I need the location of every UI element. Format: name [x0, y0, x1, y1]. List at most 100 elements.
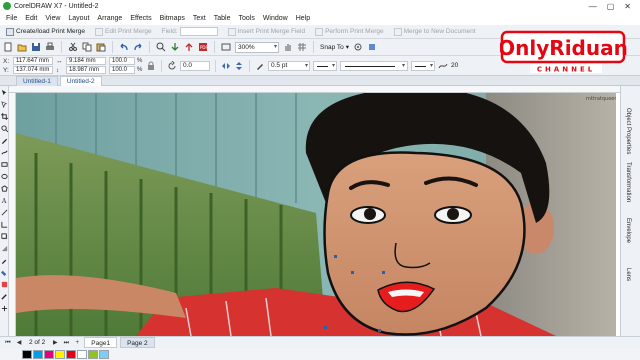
- zoom-level-dropdown[interactable]: 300%: [235, 41, 279, 53]
- start-arrowhead-dropdown[interactable]: [313, 60, 337, 71]
- insert-print-merge-field-button[interactable]: Insert Print Merge Field: [224, 27, 310, 36]
- cut-icon[interactable]: [68, 42, 78, 52]
- menu-arrange[interactable]: Arrange: [93, 15, 126, 22]
- perform-print-merge-button[interactable]: Perform Print Merge: [311, 27, 388, 36]
- publish-pdf-icon[interactable]: PDF: [198, 42, 208, 52]
- application-launcher-icon[interactable]: [367, 42, 377, 52]
- vertical-ruler[interactable]: [9, 93, 16, 336]
- prev-page-icon[interactable]: ◀: [15, 339, 23, 347]
- paste-icon[interactable]: [96, 42, 106, 52]
- swatch-cyan[interactable]: [33, 349, 43, 359]
- docker-lens[interactable]: Lens: [625, 268, 631, 281]
- options-icon[interactable]: [353, 42, 363, 52]
- swatch-red[interactable]: [66, 349, 76, 359]
- transparency-icon[interactable]: [1, 245, 8, 252]
- shape-tool-icon[interactable]: [0, 101, 8, 108]
- menu-effects[interactable]: Effects: [126, 15, 155, 22]
- eyedropper-icon[interactable]: [1, 257, 8, 264]
- y-position-input[interactable]: 137.074 mm: [13, 66, 53, 74]
- pick-tool-icon[interactable]: [1, 89, 8, 96]
- next-page-icon[interactable]: ▶: [51, 339, 59, 347]
- maximize-button[interactable]: ▢: [607, 2, 615, 11]
- open-folder-icon[interactable]: [17, 42, 27, 52]
- redo-icon[interactable]: [133, 42, 143, 52]
- lock-ratio-icon[interactable]: [146, 61, 156, 71]
- end-arrowhead-dropdown[interactable]: [411, 60, 435, 71]
- tab-untitled-2[interactable]: Untitled-2: [59, 75, 102, 86]
- outline-pen-tool-icon[interactable]: [0, 293, 8, 300]
- last-page-icon[interactable]: ⏭: [62, 339, 70, 347]
- horizontal-ruler[interactable]: [9, 86, 620, 93]
- x-position-input[interactable]: 117.647 mm: [13, 57, 53, 65]
- docker-transformation[interactable]: Transformation: [625, 162, 631, 202]
- swatch-yellow[interactable]: [55, 349, 65, 359]
- tab-untitled-1[interactable]: Untitled-1: [16, 75, 58, 86]
- docker-envelope[interactable]: Envelope: [625, 218, 631, 243]
- menu-view[interactable]: View: [41, 15, 64, 22]
- edit-print-merge-button[interactable]: Edit Print Merge: [91, 27, 156, 36]
- parallel-dimension-icon[interactable]: [1, 209, 8, 216]
- print-icon[interactable]: [45, 42, 55, 52]
- page-tab-1[interactable]: Page1: [84, 337, 118, 348]
- ellipse-tool-icon[interactable]: [0, 173, 8, 180]
- docker-object-properties[interactable]: Object Properties: [625, 108, 631, 154]
- artistic-media-icon[interactable]: [0, 149, 8, 156]
- swatch-black[interactable]: [22, 349, 32, 359]
- undo-icon[interactable]: [119, 42, 129, 52]
- new-document-icon[interactable]: [3, 42, 13, 52]
- smoothing-value[interactable]: 20: [451, 62, 458, 69]
- rotation-input[interactable]: 0.0: [180, 60, 210, 71]
- field-dropdown[interactable]: [179, 27, 218, 36]
- search-content-icon[interactable]: [156, 42, 166, 52]
- scale-y-input[interactable]: 100.0: [109, 66, 135, 74]
- minimize-button[interactable]: —: [589, 2, 597, 11]
- polygon-tool-icon[interactable]: [0, 185, 8, 192]
- close-button[interactable]: ✕: [624, 2, 631, 11]
- swatch-green[interactable]: [88, 349, 98, 359]
- full-screen-icon[interactable]: [221, 42, 231, 52]
- menu-layout[interactable]: Layout: [64, 15, 93, 22]
- snap-to-dropdown[interactable]: Snap To ▾: [320, 43, 349, 52]
- mirror-vertical-icon[interactable]: [234, 61, 244, 71]
- grid-icon[interactable]: [297, 42, 307, 52]
- line-style-dropdown[interactable]: [340, 60, 408, 71]
- menu-table[interactable]: Table: [210, 15, 235, 22]
- crop-tool-icon[interactable]: [0, 113, 8, 120]
- outline-width-dropdown[interactable]: 0.5 pt: [268, 60, 310, 71]
- height-input[interactable]: 18.987 mm: [66, 66, 106, 74]
- menu-window[interactable]: Window: [259, 15, 292, 22]
- export-icon[interactable]: [184, 42, 194, 52]
- menu-help[interactable]: Help: [292, 15, 314, 22]
- connector-tool-icon[interactable]: [0, 221, 8, 228]
- menu-edit[interactable]: Edit: [21, 15, 41, 22]
- add-tool-icon[interactable]: [1, 305, 8, 312]
- swatch-light-blue[interactable]: [99, 349, 109, 359]
- drop-shadow-icon[interactable]: [0, 233, 8, 240]
- save-icon[interactable]: [31, 42, 41, 52]
- menu-text[interactable]: Text: [189, 15, 210, 22]
- freehand-tool-icon[interactable]: [1, 137, 8, 144]
- import-icon[interactable]: [170, 42, 180, 52]
- menu-tools[interactable]: Tools: [234, 15, 258, 22]
- merge-to-new-document-button[interactable]: Merge to New Document: [390, 27, 480, 36]
- rectangle-tool-icon[interactable]: [0, 161, 8, 168]
- text-tool-icon[interactable]: A: [1, 197, 8, 204]
- scale-x-input[interactable]: 100.0: [109, 57, 135, 65]
- copy-icon[interactable]: [82, 42, 92, 52]
- zoom-tool-icon[interactable]: [0, 125, 8, 132]
- add-page-icon[interactable]: +: [73, 339, 81, 347]
- menu-file[interactable]: File: [2, 15, 21, 22]
- interactive-fill-icon[interactable]: [0, 269, 8, 276]
- field-selector[interactable]: Field:: [158, 27, 222, 36]
- swatch-white[interactable]: [77, 349, 87, 359]
- swatch-magenta[interactable]: [44, 349, 54, 359]
- page-tab-2[interactable]: Page 2: [120, 337, 155, 348]
- create-load-print-merge-button[interactable]: Create/load Print Merge: [2, 27, 89, 36]
- first-page-icon[interactable]: ⏮: [4, 339, 12, 347]
- hand-tool-icon[interactable]: [283, 42, 293, 52]
- drawing-canvas[interactable]: mttratqueen: [16, 93, 616, 336]
- smart-fill-icon[interactable]: [1, 281, 8, 288]
- mirror-horizontal-icon[interactable]: [221, 61, 231, 71]
- width-input[interactable]: 9.184 mm: [66, 57, 106, 65]
- menu-bitmaps[interactable]: Bitmaps: [156, 15, 189, 22]
